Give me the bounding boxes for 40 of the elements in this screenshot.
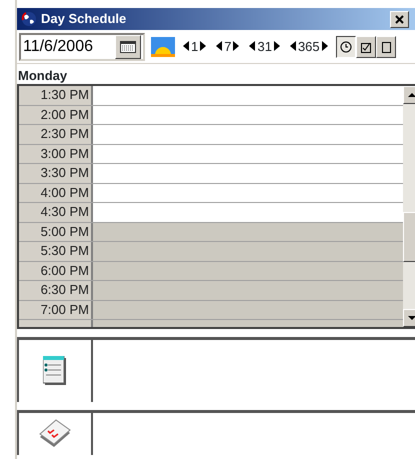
time-label: 1:30 PM	[19, 86, 93, 104]
time-row[interactable]: 1:30 PM	[19, 86, 403, 106]
time-label: 2:00 PM	[19, 106, 93, 124]
notes-icon	[43, 356, 67, 386]
down-arrow-icon	[408, 316, 415, 320]
close-button[interactable]	[390, 10, 409, 28]
globe-icon	[21, 11, 37, 27]
time-row[interactable]: 3:00 PM	[19, 144, 403, 164]
calendar-button[interactable]	[115, 34, 141, 58]
clock-icon	[340, 40, 352, 52]
view-button[interactable]	[336, 36, 356, 58]
time-row[interactable]: 3:30 PM	[19, 164, 403, 184]
time-label: 4:30 PM	[19, 203, 93, 222]
time-label: 5:00 PM	[19, 222, 93, 241]
time-label: 3:00 PM	[19, 144, 93, 163]
step-label: 31	[257, 38, 272, 56]
time-row[interactable]: 4:00 PM	[19, 184, 403, 203]
time-label: 3:30 PM	[19, 164, 93, 182]
up-arrow-icon	[408, 93, 415, 97]
step-label: 1	[191, 38, 198, 56]
time-label: 2:30 PM	[19, 125, 93, 144]
time-row[interactable]: 2:30 PM	[19, 125, 403, 144]
checklist-icon	[38, 419, 72, 449]
time-row[interactable]: 2:00 PM	[19, 106, 403, 125]
window-title: Day Schedule	[41, 10, 128, 28]
time-row[interactable]: 4:30 PM	[19, 203, 403, 222]
date-picker[interactable]: 11/6/2006	[19, 32, 145, 60]
time-label: 6:00 PM	[19, 262, 93, 280]
time-label: 5:30 PM	[19, 242, 93, 260]
step-label: 365	[298, 38, 320, 56]
today-button[interactable]	[151, 36, 175, 56]
note-icon	[380, 40, 392, 52]
time-label: 7:00 PM	[19, 300, 93, 319]
calendar-icon	[120, 40, 136, 52]
close-icon	[395, 14, 404, 24]
step-label: 7	[224, 38, 232, 56]
day-label: Monday	[17, 67, 68, 84]
checkbox-icon	[360, 40, 372, 52]
time-label: 6:30 PM	[19, 281, 93, 300]
time-label: 4:00 PM	[19, 184, 93, 202]
